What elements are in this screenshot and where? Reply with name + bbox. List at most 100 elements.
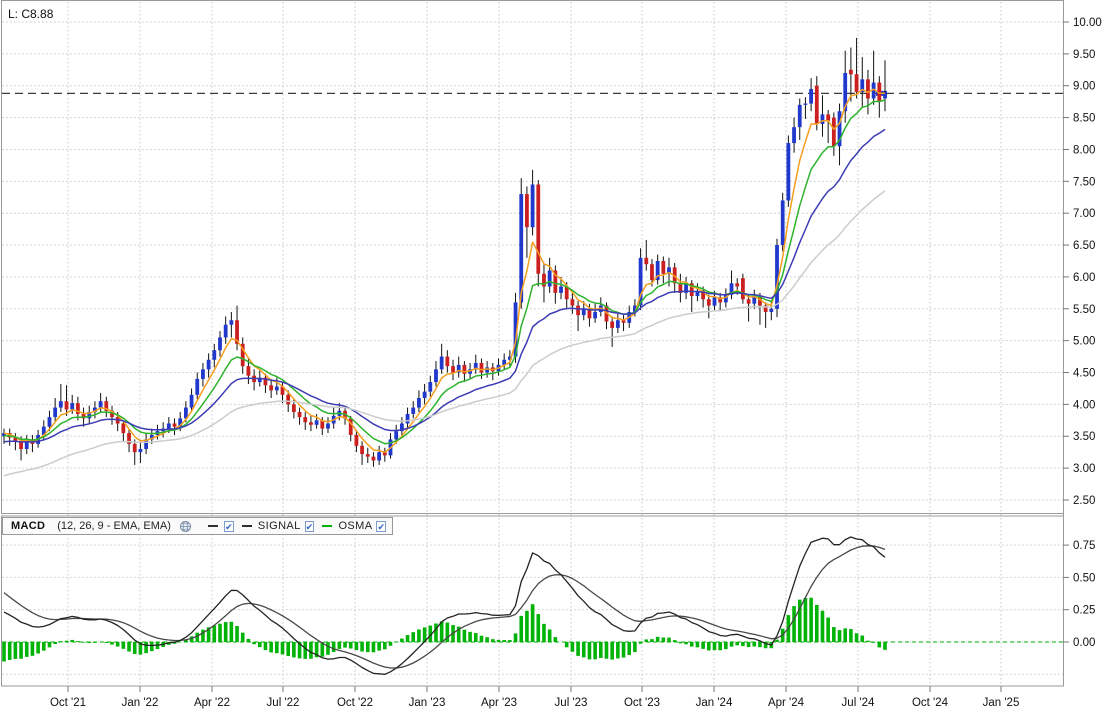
osma-bar [724,642,728,650]
osma-bar [479,635,484,642]
osma-bar [684,642,688,645]
candle-down [371,456,376,461]
osma-bar [678,642,683,644]
candle-down [735,283,740,287]
osma-bar [547,629,552,642]
ema-medium-line [3,99,886,445]
overlays-layer [3,88,886,477]
candles-layer [2,37,887,467]
osma-bar [593,642,597,660]
candle-up [229,320,234,325]
osma-checkbox[interactable]: ✔ [376,520,386,532]
candle-up [314,420,319,425]
osma-bar [530,604,535,642]
osma-bar [235,625,239,642]
gridlines-layer [2,2,1063,686]
osma-bar [263,642,268,651]
osma-bar [650,639,654,642]
osma-bar [303,642,308,659]
ma-long-line [3,190,886,477]
price-axis-label: 5.00 [1073,336,1095,348]
osma-bar [775,639,779,642]
osma-bar [132,642,137,654]
candle-up [201,369,205,379]
candle-up [780,200,785,246]
osma-bar [19,642,23,659]
candle-up [206,359,211,370]
candle-up [394,431,399,440]
signal-checkbox[interactable]: ✔ [304,520,315,532]
macd-line-checkbox[interactable]: ✔ [224,520,234,532]
osma-bar [257,642,262,648]
globe-icon[interactable] [179,520,192,533]
osma-bar [218,623,222,642]
candle-up [166,423,171,429]
osma-bar [871,642,876,643]
candle-down [360,445,364,455]
osma-bar [149,642,154,652]
macd-line-swatch [207,525,219,527]
time-axis-label: Jan '23 [409,697,446,709]
osma-bar [814,604,819,642]
candle-down [121,423,126,434]
price-axis-label: 9.50 [1073,49,1095,61]
signal-line-swatch [241,525,252,527]
osma-bar [854,633,859,642]
osma-bar [837,630,842,642]
price-macd-chart-svg: 10.00 9.50 9.00 8.50 8.00 7.50 7.00 6.50 6.00 5.5… [1,0,1102,709]
candle-up [439,356,444,370]
osma-bar [491,639,495,642]
osma-bar [439,621,444,642]
osma-bar [519,615,524,642]
candle-up [769,308,774,312]
candle-down [354,434,359,446]
osma-bar [405,635,410,642]
osma-bar [542,623,546,642]
osma-legend-label: OSMA [338,520,373,532]
time-axis-label: Oct '21 [50,697,86,709]
level-line-layer [2,90,1063,96]
osma-bar [604,642,609,659]
osma-bar [627,642,632,655]
osma-bar [246,638,251,642]
osma-bar [212,625,217,642]
candle-down [706,299,711,306]
osma-bar [758,642,762,648]
candle-up [274,386,279,391]
time-axis-label: Oct '23 [624,697,660,709]
osma-bar [644,639,649,642]
osma-bar [417,629,421,642]
candle-down [309,422,313,425]
osma-bar [468,631,472,642]
osma-bar [269,642,273,653]
osma-bar [485,637,489,642]
osma-bar [400,638,404,642]
osma-bar [689,642,694,647]
candle-down [814,85,819,124]
osma-bar [59,641,63,642]
candle-up [326,423,330,429]
candle-down [644,257,649,265]
candle-up [223,324,228,338]
osma-bar [570,642,575,652]
candle-down [291,404,296,413]
candle-up [377,452,382,461]
osma-bar [735,642,740,646]
osma-bar [536,614,541,642]
candle-down [246,366,251,376]
osma-bar [53,642,57,645]
trading-chart-root: 10.00 9.50 9.00 8.50 8.00 7.50 7.00 6.50 6.00 5.5… [0,0,1113,715]
price-axis-label: 7.00 [1073,208,1095,220]
candle-down [576,305,580,316]
osma-bar [712,642,717,651]
candle-up [792,127,796,144]
osma-bar [81,642,86,643]
osma-swatch [322,525,333,527]
candle-down [831,117,836,147]
candle-down [269,385,274,391]
candle-up [138,448,143,453]
candle-down [172,423,177,427]
osma-bar [388,642,393,646]
osma-bar [343,642,347,648]
osma-bar [348,642,353,649]
